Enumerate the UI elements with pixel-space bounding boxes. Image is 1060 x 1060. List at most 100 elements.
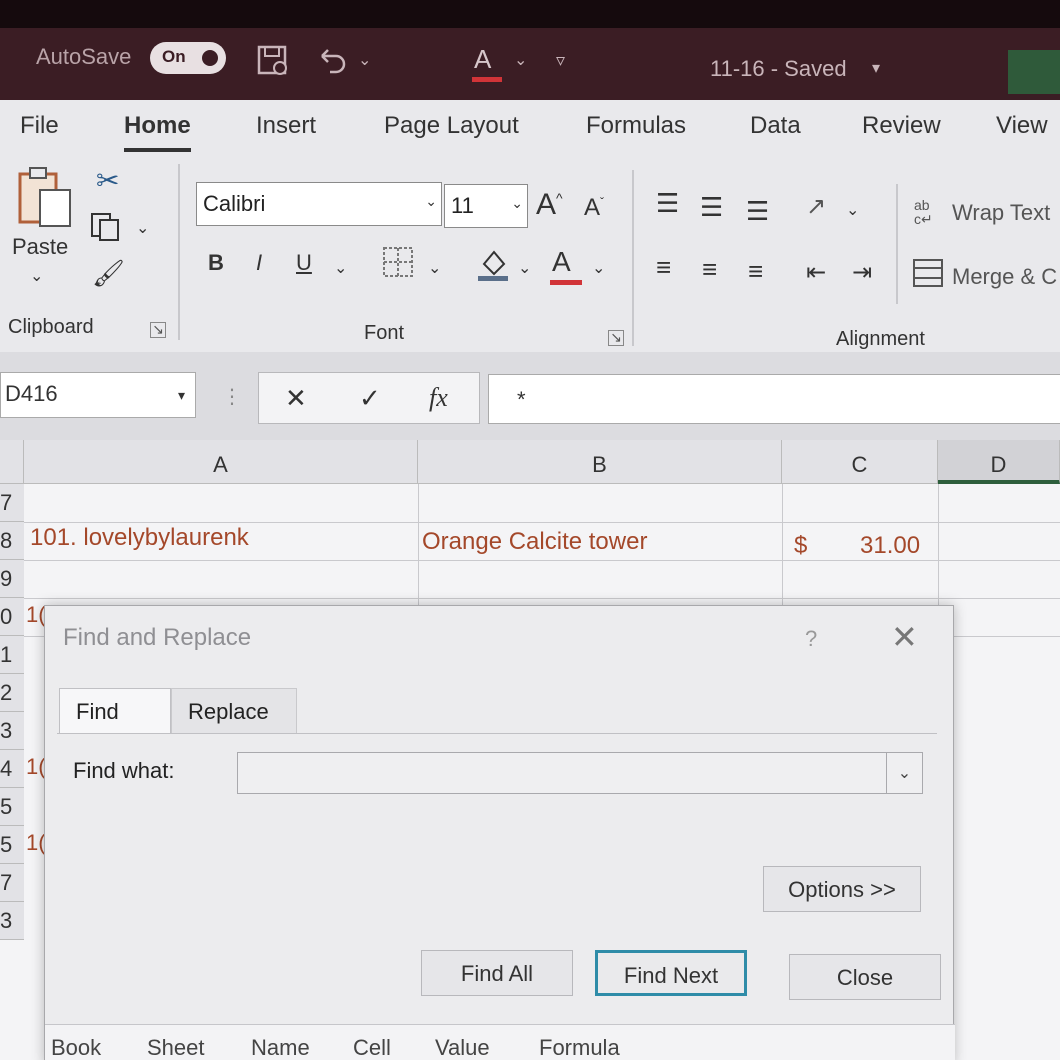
borders-icon[interactable] bbox=[382, 246, 414, 284]
formula-bar-grip-icon[interactable]: ⋮ bbox=[222, 384, 242, 409]
tab-review[interactable]: Review bbox=[862, 112, 941, 140]
results-col-value[interactable]: Value bbox=[435, 1035, 490, 1060]
row-header[interactable]: 3 bbox=[0, 712, 24, 750]
align-left-icon[interactable]: ≡ bbox=[656, 252, 671, 283]
close-button[interactable]: Close bbox=[789, 954, 941, 1000]
results-col-name[interactable]: Name bbox=[251, 1035, 310, 1060]
quick-font-color-icon[interactable]: A bbox=[472, 44, 502, 82]
cell-a16-fragment[interactable]: 1( bbox=[26, 830, 46, 856]
find-next-button[interactable]: Find Next bbox=[595, 950, 747, 996]
row-header[interactable]: 0 bbox=[0, 598, 24, 636]
row-header[interactable]: 4 bbox=[0, 750, 24, 788]
name-box-dropdown-icon[interactable]: ▾ bbox=[178, 387, 185, 404]
cell-a8[interactable]: 101. lovelybylaurenk bbox=[30, 524, 249, 552]
row-header[interactable]: 9 bbox=[0, 560, 24, 598]
results-col-sheet[interactable]: Sheet bbox=[147, 1035, 205, 1060]
results-col-book[interactable]: Book bbox=[51, 1035, 101, 1060]
enter-entry-button[interactable]: ✓ bbox=[359, 383, 381, 414]
row-header[interactable]: 8 bbox=[0, 522, 24, 560]
align-bottom-icon[interactable]: ☰ bbox=[746, 196, 769, 227]
underline-button[interactable]: U bbox=[296, 250, 312, 276]
name-box[interactable]: D416 ▾ bbox=[0, 372, 196, 418]
align-middle-icon[interactable]: ☰ bbox=[700, 192, 723, 223]
orientation-icon[interactable]: ↗ bbox=[806, 192, 826, 221]
cut-icon[interactable]: ✂ bbox=[96, 164, 119, 197]
row-header[interactable]: 3 bbox=[0, 902, 24, 940]
align-center-icon[interactable]: ≡ bbox=[702, 254, 717, 285]
underline-dropdown-icon[interactable]: ⌄ bbox=[334, 258, 347, 278]
row-header[interactable]: 2 bbox=[0, 674, 24, 712]
tab-replace[interactable]: Replace bbox=[171, 688, 297, 734]
paste-label[interactable]: Paste bbox=[12, 234, 68, 260]
merge-icon[interactable] bbox=[912, 258, 944, 294]
copy-dropdown-icon[interactable]: ⌄ bbox=[136, 218, 149, 238]
select-all-corner[interactable] bbox=[0, 440, 24, 484]
tab-find[interactable]: Find bbox=[59, 688, 171, 734]
increase-indent-icon[interactable]: ⇥ bbox=[852, 258, 872, 287]
copy-icon[interactable] bbox=[90, 210, 126, 248]
increase-font-size-button[interactable]: A^ bbox=[536, 188, 563, 222]
clipboard-launcher-icon[interactable]: ↘ bbox=[150, 322, 166, 338]
cancel-entry-button[interactable]: ✕ bbox=[285, 383, 307, 414]
font-name-dropdown-icon[interactable]: ⌄ bbox=[425, 193, 437, 210]
document-title[interactable]: 11-16 - Saved bbox=[710, 56, 847, 82]
tab-insert[interactable]: Insert bbox=[256, 112, 316, 140]
borders-dropdown-icon[interactable]: ⌄ bbox=[428, 258, 441, 278]
italic-button[interactable]: I bbox=[256, 250, 262, 276]
font-color-dropdown-icon[interactable]: ⌄ bbox=[514, 50, 527, 70]
fill-color-dropdown-icon[interactable]: ⌄ bbox=[518, 258, 531, 278]
options-button[interactable]: Options >> bbox=[763, 866, 921, 912]
save-icon[interactable] bbox=[256, 44, 290, 85]
font-size-combo[interactable]: 11 ⌄ bbox=[444, 184, 528, 228]
tab-page-layout[interactable]: Page Layout bbox=[384, 112, 519, 140]
cell-c8-value[interactable]: 31.00 bbox=[860, 532, 920, 560]
tab-file[interactable]: File bbox=[20, 112, 59, 140]
column-header-d[interactable]: D bbox=[938, 440, 1060, 484]
close-icon[interactable]: ✕ bbox=[891, 618, 918, 656]
fill-color-icon[interactable] bbox=[476, 246, 510, 288]
title-chevron-icon[interactable]: ▾ bbox=[872, 58, 880, 78]
tab-formulas[interactable]: Formulas bbox=[586, 112, 686, 140]
undo-dropdown-icon[interactable]: ⌄ bbox=[358, 50, 371, 70]
align-right-icon[interactable]: ≡ bbox=[748, 256, 763, 287]
row-header[interactable]: 1 bbox=[0, 636, 24, 674]
find-what-dropdown-icon[interactable]: ⌄ bbox=[886, 753, 922, 793]
autosave-toggle[interactable]: On bbox=[150, 42, 226, 74]
column-header-b[interactable]: B bbox=[418, 440, 782, 484]
font-color-dropdown-icon-2[interactable]: ⌄ bbox=[592, 258, 605, 278]
cell-b8[interactable]: Orange Calcite tower bbox=[422, 528, 647, 556]
cell-c8-currency[interactable]: $ bbox=[794, 532, 807, 560]
paste-icon[interactable] bbox=[16, 166, 76, 236]
results-col-cell[interactable]: Cell bbox=[353, 1035, 391, 1060]
merge-button[interactable]: Merge & C bbox=[952, 264, 1057, 290]
tab-data[interactable]: Data bbox=[750, 112, 801, 140]
font-color-button[interactable]: A bbox=[550, 246, 582, 285]
orientation-dropdown-icon[interactable]: ⌄ bbox=[846, 200, 859, 220]
bold-button[interactable]: B bbox=[208, 250, 224, 276]
cell-a10-fragment[interactable]: 1( bbox=[26, 602, 46, 628]
tab-view[interactable]: View bbox=[996, 112, 1048, 140]
row-header[interactable]: 7 bbox=[0, 484, 24, 522]
formula-input[interactable]: * bbox=[488, 374, 1060, 424]
customize-toolbar-icon[interactable]: ▿ bbox=[556, 50, 565, 71]
tab-home[interactable]: Home bbox=[124, 112, 191, 152]
undo-icon[interactable] bbox=[316, 44, 350, 85]
column-header-c[interactable]: C bbox=[782, 440, 938, 484]
decrease-font-size-button[interactable]: Aˇ bbox=[584, 194, 604, 222]
font-name-combo[interactable]: Calibri ⌄ bbox=[196, 182, 442, 226]
find-all-button[interactable]: Find All bbox=[421, 950, 573, 996]
row-header[interactable]: 5 bbox=[0, 788, 24, 826]
row-header[interactable]: 5 bbox=[0, 826, 24, 864]
help-icon[interactable]: ? bbox=[805, 626, 817, 652]
format-painter-icon[interactable]: 🖌 bbox=[92, 258, 125, 289]
align-top-icon[interactable]: ☰ bbox=[656, 188, 679, 219]
find-what-input[interactable]: ⌄ bbox=[237, 752, 923, 794]
column-header-a[interactable]: A bbox=[24, 440, 418, 484]
cell-a14-fragment[interactable]: 1( bbox=[26, 754, 46, 780]
insert-function-button[interactable]: fx bbox=[429, 383, 448, 413]
wrap-text-icon[interactable]: ab c↵ bbox=[914, 198, 933, 226]
results-col-formula[interactable]: Formula bbox=[539, 1035, 620, 1060]
decrease-indent-icon[interactable]: ⇤ bbox=[806, 258, 826, 287]
font-size-dropdown-icon[interactable]: ⌄ bbox=[511, 195, 523, 212]
font-launcher-icon[interactable]: ↘ bbox=[608, 330, 624, 346]
